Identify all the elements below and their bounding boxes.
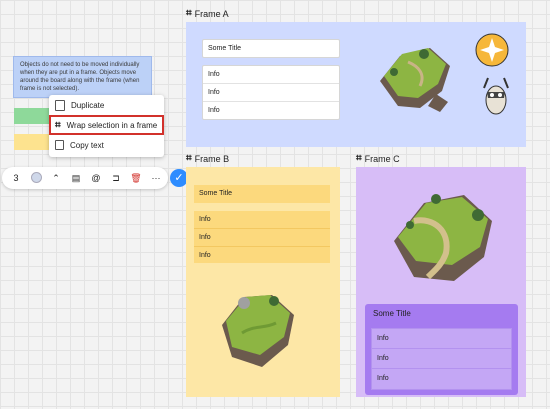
- sticky-note[interactable]: Objects do not need to be moved individu…: [13, 56, 152, 98]
- island-illustration[interactable]: [214, 275, 304, 375]
- info-row: Info: [377, 375, 389, 382]
- frame-hash-icon: ⌗: [186, 153, 192, 164]
- info-row: Info: [194, 229, 330, 247]
- title-text: Some Title: [208, 45, 242, 52]
- info-row: Info: [199, 252, 211, 259]
- raccoon-illustration[interactable]: [478, 72, 514, 116]
- info-row: Info: [194, 211, 330, 229]
- info-row: Info: [203, 84, 339, 102]
- title-text: Some Title: [373, 309, 411, 318]
- frame-c[interactable]: Some Title Info Info Info: [356, 167, 526, 397]
- menu-item-label: Copy text: [70, 140, 104, 150]
- info-card[interactable]: Info Info Info: [202, 65, 340, 120]
- sticky-note-text: Objects do not need to be moved individu…: [20, 62, 140, 92]
- frame-hash-icon: ⌗: [356, 153, 362, 164]
- green-sticky[interactable]: [14, 108, 54, 124]
- menu-item-label: Duplicate: [71, 100, 105, 110]
- menu-item-duplicate[interactable]: Duplicate: [49, 95, 164, 115]
- info-row: Info: [372, 329, 511, 349]
- crop-icon[interactable]: ⊐: [106, 173, 126, 184]
- info-card[interactable]: Info Info Info: [371, 328, 512, 390]
- frame-a-label[interactable]: ⌗ Frame A: [186, 8, 229, 19]
- yellow-sticky[interactable]: [14, 134, 54, 150]
- document-icon[interactable]: ▤: [66, 173, 86, 184]
- frame-hash-icon: ⌗: [186, 8, 192, 19]
- star-burst-icon[interactable]: [474, 32, 510, 68]
- chevron-up-icon[interactable]: ⌃: [46, 173, 66, 184]
- frame-c-label[interactable]: ⌗ Frame C: [356, 153, 400, 164]
- title-text: Some Title: [199, 190, 233, 197]
- info-row: Info: [203, 66, 339, 84]
- frame-c-label-text: Frame C: [364, 153, 400, 164]
- info-card[interactable]: Info Info Info: [194, 211, 330, 263]
- selection-toolbar: 3 ⌃ ▤ @ ⊐ 🗑 ···: [2, 167, 168, 189]
- menu-item-label: Wrap selection in a frame: [66, 120, 158, 130]
- info-row: Info: [372, 349, 511, 369]
- color-picker[interactable]: [26, 171, 46, 185]
- island-illustration[interactable]: [384, 181, 504, 291]
- frame-hash-icon: ⌗: [55, 119, 61, 131]
- trash-icon[interactable]: 🗑: [126, 173, 146, 184]
- copy-icon: [55, 140, 64, 150]
- frame-a-label-text: Frame A: [194, 8, 229, 19]
- frame-b[interactable]: Some Title Info Info Info: [186, 167, 340, 397]
- frame-b-label[interactable]: ⌗ Frame B: [186, 153, 229, 164]
- duplicate-icon: [55, 99, 65, 111]
- context-menu: Duplicate ⌗ Wrap selection in a frame Co…: [49, 95, 164, 157]
- at-icon[interactable]: @: [86, 173, 106, 183]
- selection-count: 3: [13, 173, 19, 183]
- frame-b-label-text: Frame B: [194, 153, 230, 164]
- island-illustration[interactable]: [370, 36, 460, 126]
- more-options-button[interactable]: ···: [146, 173, 166, 183]
- menu-item-copy-text[interactable]: Copy text: [49, 135, 164, 155]
- info-row: Info: [208, 107, 220, 114]
- info-panel[interactable]: Some Title Info Info Info: [365, 304, 518, 395]
- menu-item-wrap-selection[interactable]: ⌗ Wrap selection in a frame: [49, 115, 164, 135]
- frame-a[interactable]: Some Title Info Info Info: [186, 22, 526, 147]
- title-card[interactable]: Some Title: [194, 185, 330, 203]
- title-card[interactable]: Some Title: [202, 39, 340, 58]
